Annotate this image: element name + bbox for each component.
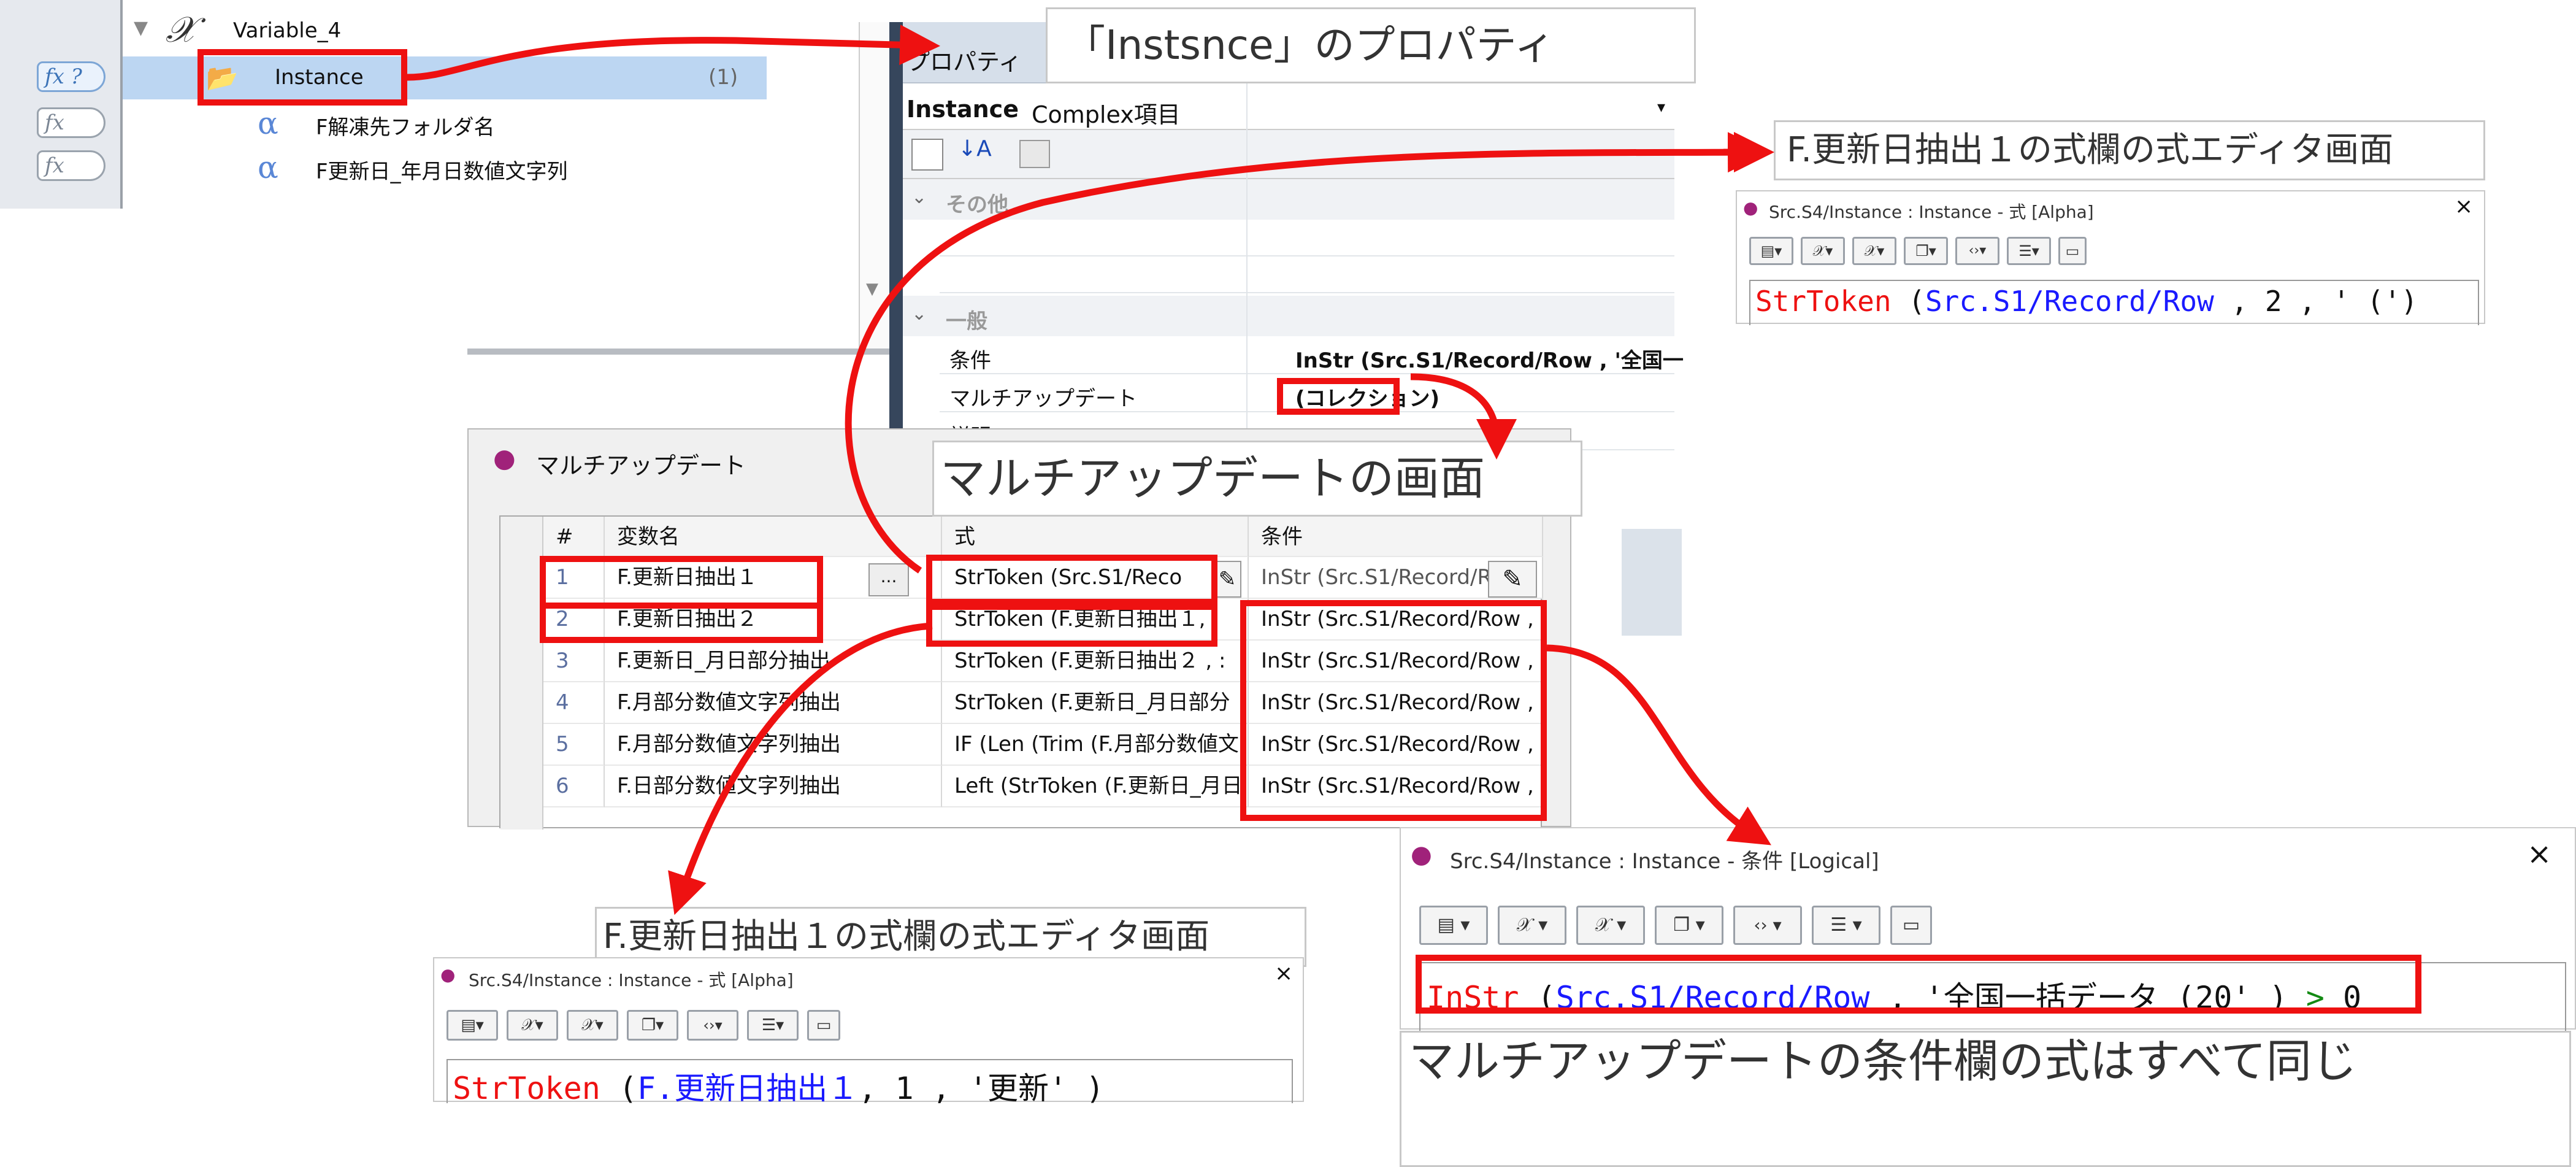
arrow-to-condition-editor — [1546, 644, 1771, 845]
arrow-to-props — [407, 25, 940, 81]
arrow-to-top-editor — [845, 132, 1768, 574]
arrow-to-multi-screen — [1410, 373, 1517, 460]
annotation-arrows — [407, 25, 1774, 915]
arrow-to-bottom-editor — [668, 622, 933, 915]
